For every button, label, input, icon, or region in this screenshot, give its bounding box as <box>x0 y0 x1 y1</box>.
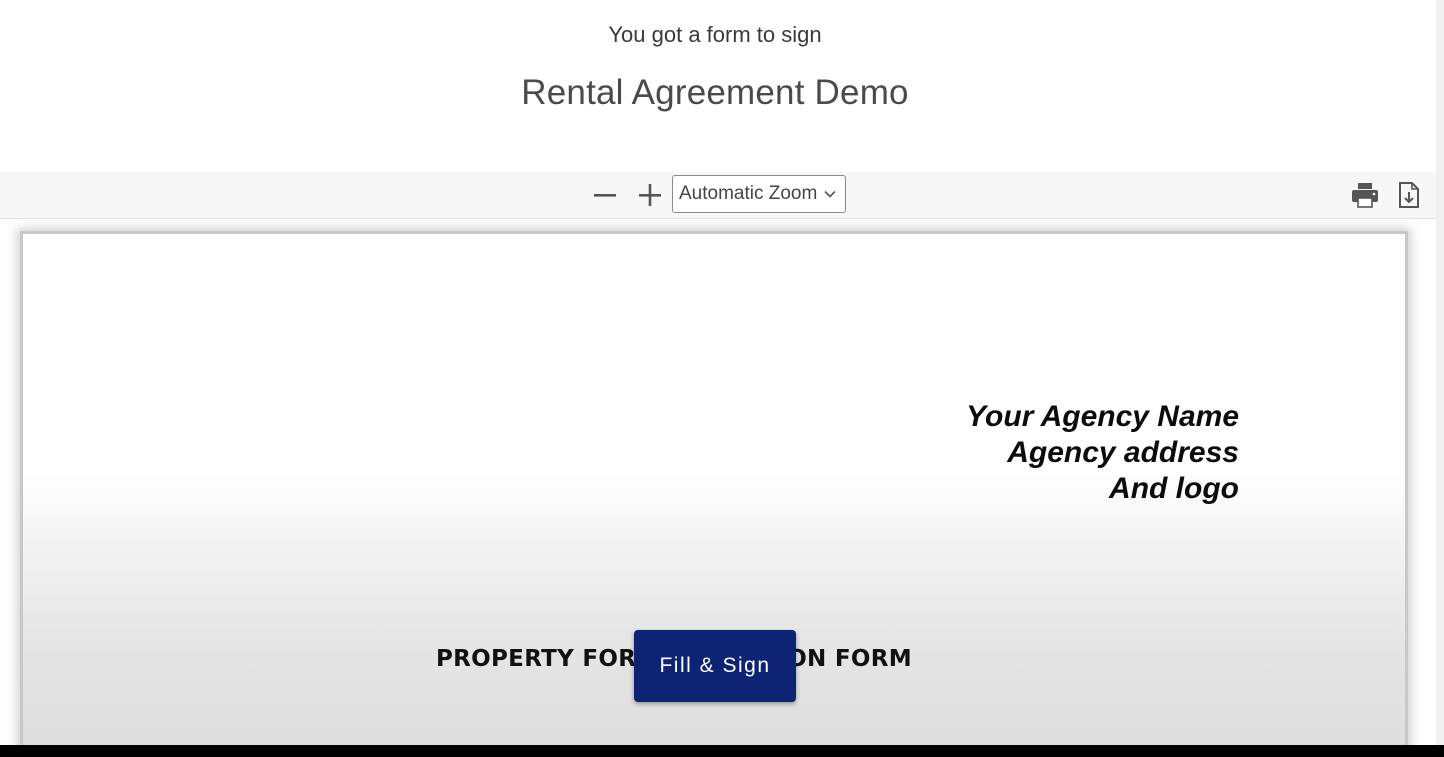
page-subtitle: You got a form to sign <box>608 22 822 47</box>
agency-name: Your Agency Name <box>966 400 1239 433</box>
zoom-select-value: Automatic Zoom <box>679 183 818 204</box>
minus-icon <box>594 194 616 197</box>
agency-logo-text: And logo <box>1109 472 1239 505</box>
zoom-in-button[interactable] <box>635 180 665 210</box>
bottom-bar <box>0 745 1444 757</box>
agency-block: Your Agency Name Agency address And logo <box>966 399 1239 507</box>
chevron-down-icon <box>823 187 837 201</box>
page-header: You got a form to sign Rental Agreement … <box>0 0 1444 172</box>
plus-icon <box>639 184 661 206</box>
page-title: Rental Agreement Demo <box>521 73 909 112</box>
printer-icon <box>1352 183 1378 208</box>
agency-address: Agency address <box>1007 436 1239 469</box>
fill-sign-button[interactable]: Fill & Sign <box>634 630 796 702</box>
pdf-toolbar: Automatic Zoom <box>0 172 1436 219</box>
app-root: You got a form to sign Rental Agreement … <box>0 0 1444 757</box>
print-button[interactable] <box>1350 180 1380 210</box>
download-button[interactable] <box>1394 180 1424 210</box>
scrollbar[interactable] <box>1436 0 1444 745</box>
download-icon <box>1399 182 1419 208</box>
zoom-out-button[interactable] <box>590 180 620 210</box>
zoom-select[interactable]: Automatic Zoom <box>672 175 846 213</box>
